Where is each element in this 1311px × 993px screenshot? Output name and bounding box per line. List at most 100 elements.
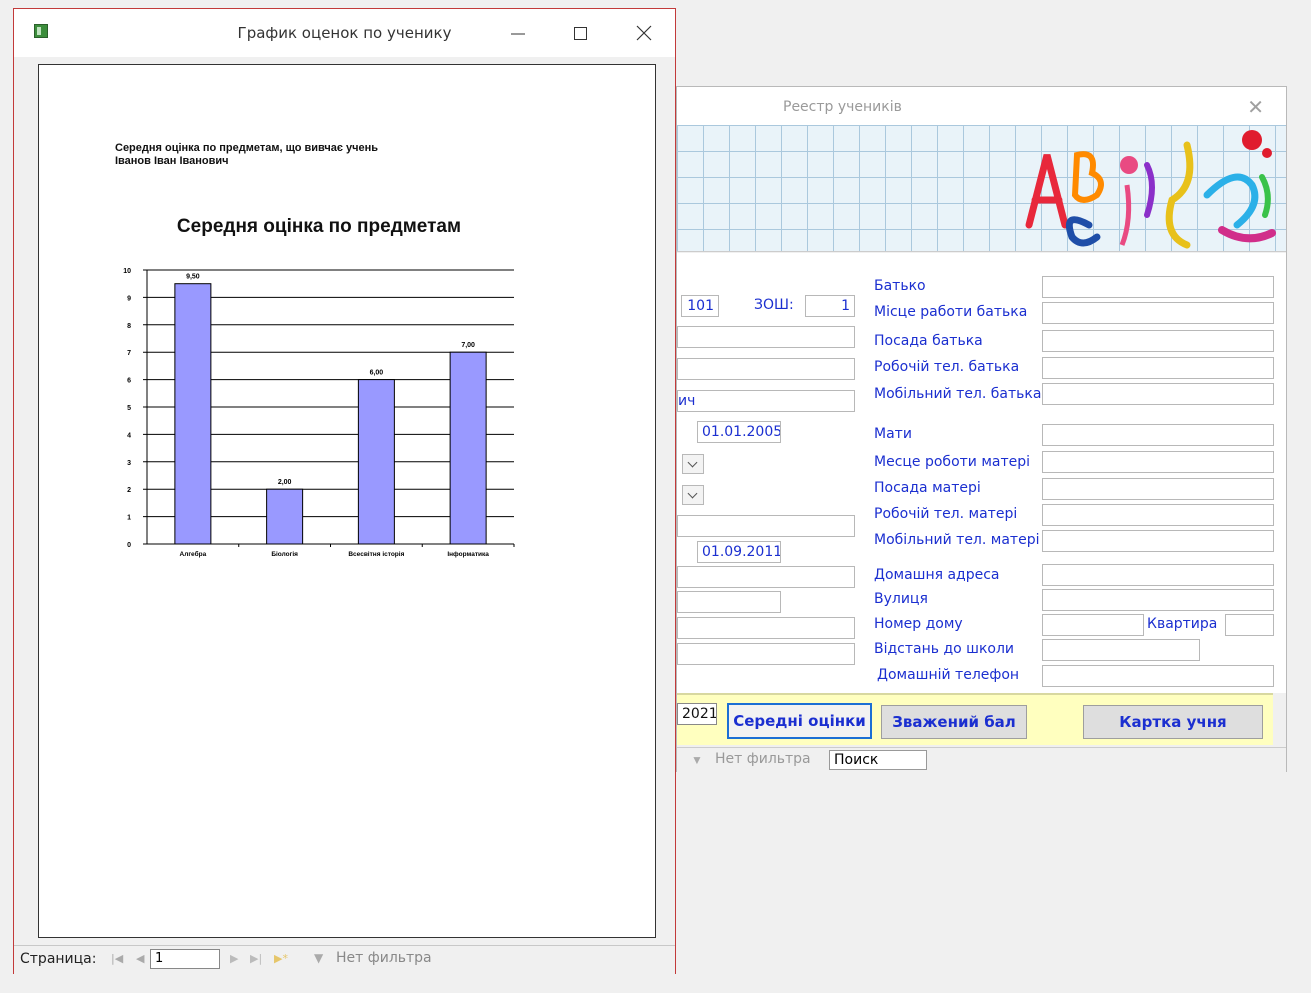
name-field[interactable] xyxy=(677,358,855,380)
mother-work-field[interactable] xyxy=(1042,451,1274,473)
distance-field[interactable] xyxy=(1042,639,1200,661)
y-tick-label: 0 xyxy=(127,542,131,549)
left-field-1[interactable] xyxy=(677,566,855,588)
mother-mobile-field[interactable] xyxy=(1042,530,1274,552)
mother-work-phone-field[interactable] xyxy=(1042,504,1274,526)
average-grade-bar-chart: 0 1 2 3 4 5 6 7 8 9 10 9,50 Алгебра 2,00 Біологія 6,00 В… xyxy=(123,268,515,558)
street-label: Вулиця xyxy=(874,591,928,607)
apartment-field[interactable] xyxy=(1225,614,1274,636)
mother-work-phone-label: Робочій тел. матері xyxy=(874,506,1018,522)
mother-work-label: Месце роботи матері xyxy=(874,454,1031,470)
home-address-label: Домашня адреса xyxy=(874,567,1000,583)
filter-off-icon: ▼ xyxy=(314,951,324,965)
y-tick-label: 4 xyxy=(127,432,131,439)
class-number-field[interactable]: 101 xyxy=(681,295,719,317)
prev-page-icon[interactable]: ◀ xyxy=(136,952,144,965)
birth-date-field[interactable]: 01.01.2005 xyxy=(697,421,781,443)
weighted-score-button[interactable]: Зважений бал xyxy=(881,705,1027,739)
page-label: Страница: xyxy=(20,951,97,967)
no-filter-label[interactable]: Нет фильтра xyxy=(715,751,811,767)
bar xyxy=(174,283,212,545)
y-tick-label: 6 xyxy=(127,378,131,385)
year-field[interactable]: 2021 xyxy=(677,703,717,725)
bar xyxy=(449,351,487,545)
mother-position-label: Посада матері xyxy=(874,480,981,496)
father-label: Батько xyxy=(874,278,926,294)
house-number-label: Номер дому xyxy=(874,616,963,632)
distance-label: Відстань до школи xyxy=(874,641,1015,657)
street-field[interactable] xyxy=(1042,589,1274,611)
y-tick-label: 5 xyxy=(127,405,131,412)
abc-paint-logo xyxy=(1025,130,1276,249)
first-page-icon[interactable]: |◀ xyxy=(111,952,123,965)
data-label: 9,50 xyxy=(186,274,200,281)
maximize-icon[interactable] xyxy=(557,19,603,47)
mother-mobile-label: Мобільний тел. матері xyxy=(874,532,1040,548)
average-grades-button[interactable]: Середні оцінки xyxy=(727,703,872,739)
bar xyxy=(357,379,395,545)
patronymic-field[interactable]: ич xyxy=(677,390,855,412)
gender-dropdown-chevron-icon[interactable] xyxy=(682,454,704,474)
apartment-label: Квартира xyxy=(1147,616,1218,632)
home-phone-field[interactable] xyxy=(1042,665,1274,687)
y-tick-label: 1 xyxy=(127,515,131,522)
father-work-phone-label: Робочій тел. батька xyxy=(874,359,1020,375)
father-mobile-field[interactable] xyxy=(1042,383,1274,405)
record-navigation-bar: ▼ Нет фильтра Поиск xyxy=(677,747,1286,772)
student-name: Іванов Іван Іванович xyxy=(115,155,229,167)
chart-title-bar[interactable]: График оценок по ученику xyxy=(14,9,675,57)
father-work-phone-field[interactable] xyxy=(1042,357,1274,379)
no-filter-label[interactable]: Нет фильтра xyxy=(336,950,432,966)
mother-field[interactable] xyxy=(1042,424,1274,446)
house-number-field[interactable] xyxy=(1042,614,1144,636)
data-label: 2,00 xyxy=(278,479,292,486)
last-page-icon[interactable]: ▶| xyxy=(250,952,262,965)
report-subject-line: Середня оцінка по предметам, що вивчає у… xyxy=(115,142,379,154)
report-header: Середня оцінка по предметам, що вивчає у… xyxy=(115,142,378,168)
student-card-button[interactable]: Картка учня xyxy=(1083,705,1263,739)
data-label: 6,00 xyxy=(370,370,384,377)
new-record-icon[interactable]: ▶* xyxy=(274,952,288,965)
father-field[interactable] xyxy=(1042,276,1274,298)
mother-label: Мати xyxy=(874,426,912,442)
filter-off-icon: ▼ xyxy=(691,753,703,767)
father-position-field[interactable] xyxy=(1042,330,1274,352)
header-banner-image xyxy=(677,125,1286,252)
page-number-input[interactable]: 1 xyxy=(150,949,220,969)
father-mobile-label: Мобільний тел. батька xyxy=(874,386,1042,402)
left-field-2[interactable] xyxy=(677,591,781,613)
registry-title-bar[interactable]: Реестр учеників ✕ xyxy=(677,87,1286,125)
x-tick-label: Алгебра xyxy=(180,550,207,558)
button-bar: 2021 Середні оцінки Зважений бал Картка … xyxy=(677,693,1273,745)
page-navigation-bar: Страница: |◀ ◀ 1 ▶ ▶| ▶* ▼ Нет фильтра xyxy=(14,945,675,974)
y-tick-label: 3 xyxy=(127,460,131,467)
home-phone-label: Домашній телефон xyxy=(877,667,1020,683)
mother-position-field[interactable] xyxy=(1042,478,1274,500)
school-number-field[interactable]: 1 xyxy=(805,295,855,317)
zosh-label: ЗОШ: xyxy=(754,297,794,313)
report-page: Середня оцінка по предметам, що вивчає у… xyxy=(38,64,656,938)
registry-window-title: Реестр учеників xyxy=(783,99,902,115)
search-input[interactable]: Поиск xyxy=(829,750,927,770)
father-position-label: Посада батька xyxy=(874,333,983,349)
home-address-field[interactable] xyxy=(1042,564,1274,586)
x-tick-label: Інформатика xyxy=(447,551,489,558)
surname-field[interactable] xyxy=(677,326,855,348)
y-tick-label: 8 xyxy=(127,323,131,330)
left-field-3[interactable] xyxy=(677,617,855,639)
chart-title: Середня оцінка по предметам xyxy=(176,216,462,237)
y-tick-label: 7 xyxy=(127,350,131,357)
left-field-4[interactable] xyxy=(677,643,855,665)
next-page-icon[interactable]: ▶ xyxy=(230,952,238,965)
minimize-icon[interactable] xyxy=(494,19,540,47)
father-work-field[interactable] xyxy=(1042,302,1274,324)
nationality-field[interactable] xyxy=(677,515,855,537)
father-work-label: Місце работи батька xyxy=(874,304,1028,320)
close-icon[interactable]: ✕ xyxy=(1247,95,1264,120)
y-tick-label: 10 xyxy=(123,268,131,275)
class-dropdown-chevron-icon[interactable] xyxy=(682,485,704,505)
student-form: 101 ЗОШ: 1 ич 01.01.2005 01.09.2011 Бать… xyxy=(677,253,1286,693)
enroll-date-field[interactable]: 01.09.2011 xyxy=(697,541,781,563)
close-icon[interactable] xyxy=(620,19,666,47)
x-tick-label: Біологія xyxy=(271,550,298,558)
